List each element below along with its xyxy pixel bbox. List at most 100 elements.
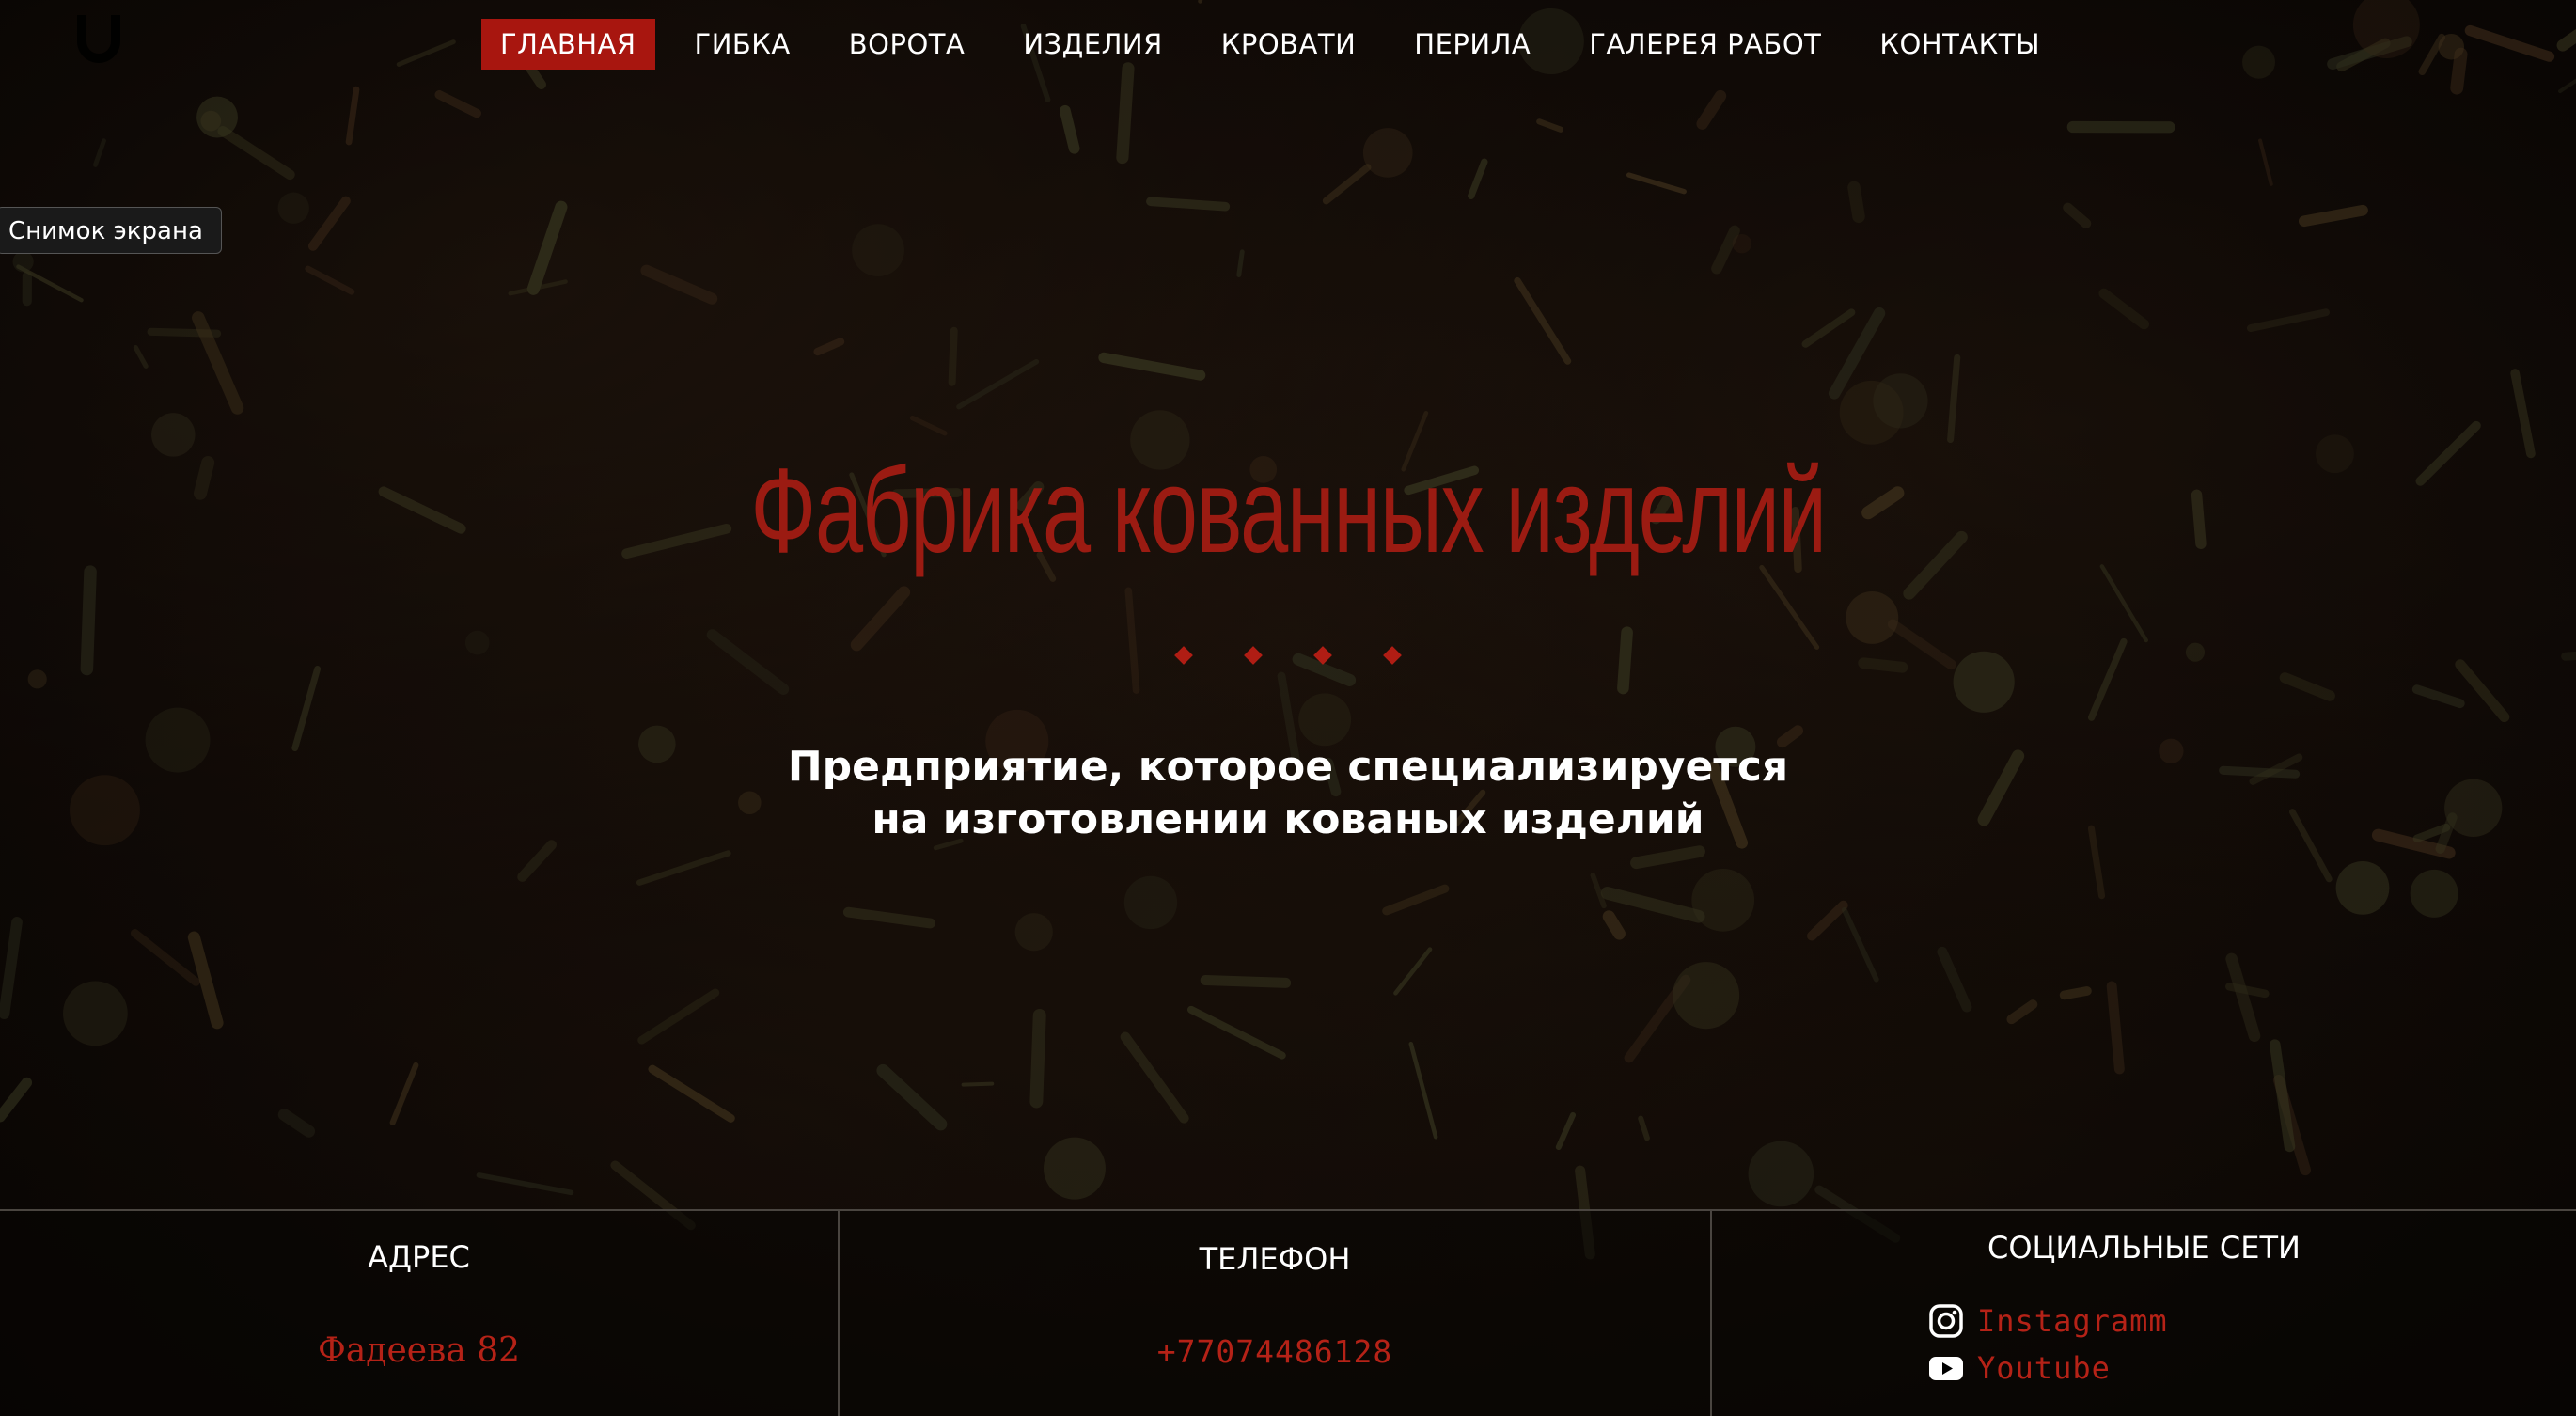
spark-streak	[0, 1077, 33, 1123]
spark-streak	[305, 265, 355, 295]
spark-streak	[2063, 202, 2092, 228]
address-value: Фадеева 82	[317, 1331, 521, 1370]
spark-streak	[2246, 308, 2330, 333]
social-heading: СОЦИАЛЬНЫЕ СЕТИ	[1987, 1230, 2301, 1266]
spark-blob	[1846, 590, 1899, 644]
spark-blob	[1732, 234, 1752, 254]
spark-streak	[1060, 104, 1080, 154]
spark-streak	[640, 264, 718, 305]
spark-streak	[1536, 118, 1563, 133]
spark-streak	[1600, 886, 1705, 923]
spark-streak	[434, 89, 481, 118]
spark-streak	[1120, 1031, 1189, 1124]
spark-streak	[1937, 946, 1972, 1013]
hero-subtitle-line-2: на изготовлении кованых изделий	[872, 795, 1704, 843]
spark-blob	[2242, 45, 2276, 79]
spark-blob	[1362, 128, 1413, 178]
spark-streak	[850, 586, 911, 652]
spark-streak	[345, 86, 360, 146]
phone-heading: ТЕЛЕФОН	[1199, 1241, 1351, 1277]
spark-streak	[1630, 845, 1705, 870]
spark-streak	[1146, 197, 1231, 212]
nav-item-gates[interactable]: ВОРОТА	[830, 19, 984, 70]
spark-blob	[1691, 868, 1755, 932]
spark-blob	[1123, 875, 1178, 930]
instagram-icon	[1929, 1304, 1963, 1338]
spark-streak	[93, 138, 106, 167]
spark-blob	[1748, 1141, 1814, 1207]
spark-streak	[1847, 181, 1865, 224]
spark-streak	[2411, 684, 2465, 709]
youtube-link[interactable]: Youtube	[1928, 1345, 2168, 1392]
spark-streak	[1638, 1115, 1650, 1141]
main-nav: ГЛАВНАЯ ГИБКА ВОРОТА ИЗДЕЛИЯ КРОВАТИ ПЕР…	[481, 19, 2080, 70]
spark-streak	[1468, 158, 1488, 199]
spark-streak	[526, 200, 568, 295]
nav-item-home[interactable]: ГЛАВНАЯ	[481, 19, 655, 70]
spark-streak	[1711, 225, 1740, 275]
nav-item-railings[interactable]: ПЕРИЛА	[1395, 19, 1549, 70]
spark-blob	[1298, 693, 1352, 747]
spark-streak	[2006, 999, 2038, 1025]
spark-streak	[476, 1172, 574, 1196]
hero-subtitle: Предприятие, которое специализируется на…	[0, 741, 2576, 846]
spark-streak	[961, 1081, 995, 1087]
address-heading: АДРЕС	[368, 1239, 470, 1275]
page: ГЛАВНАЯ ГИБКА ВОРОТА ИЗДЕЛИЯ КРОВАТИ ПЕР…	[0, 0, 2576, 1416]
instagram-label: Instagramm	[1977, 1303, 2168, 1339]
spark-blob	[2410, 869, 2458, 918]
spark-streak	[909, 415, 948, 436]
spark-streak	[2464, 24, 2555, 62]
spark-streak	[1626, 172, 1687, 195]
youtube-icon	[1929, 1357, 1963, 1380]
spark-streak	[130, 929, 200, 986]
hero-title: Фабрика кованных изделий	[750, 444, 1827, 578]
spark-streak	[1393, 947, 1433, 996]
spark-streak	[2258, 138, 2273, 186]
spark-streak	[217, 125, 295, 181]
nav-item-bending[interactable]: ГИБКА	[676, 19, 809, 70]
footer-social: СОЦИАЛЬНЫЕ СЕТИ Instagramm Youtube	[1712, 1211, 2576, 1416]
social-list: Instagramm Youtube	[1928, 1298, 2168, 1392]
spark-streak	[396, 39, 456, 67]
spark-streak	[1408, 1041, 1438, 1140]
spark-streak	[2225, 952, 2261, 1043]
footer-address: АДРЕС Фадеева 82	[0, 1211, 840, 1416]
horseshoe-logo-icon[interactable]	[66, 9, 132, 75]
instagram-link[interactable]: Instagramm	[1928, 1298, 2168, 1345]
spark-streak	[1116, 62, 1135, 165]
spark-streak	[648, 1064, 735, 1123]
spark-streak	[133, 345, 149, 369]
phone-link[interactable]: +77074486128	[840, 1333, 1710, 1370]
nav-item-gallery[interactable]: ГАЛЕРЕЯ РАБОТ	[1570, 19, 1840, 70]
spark-streak	[307, 196, 351, 251]
spark-streak	[1098, 352, 1206, 381]
spark-streak	[2298, 204, 2368, 228]
diamond-icon	[1244, 646, 1263, 665]
spark-streak	[842, 906, 935, 929]
spark-streak	[2415, 420, 2481, 486]
spark-blob	[852, 224, 904, 277]
nav-item-products[interactable]: ИЗДЕЛИЯ	[1004, 19, 1181, 70]
spark-blob	[2335, 860, 2390, 915]
spark-blob	[1673, 962, 1740, 1030]
footer-phone: ТЕЛЕФОН +77074486128	[840, 1211, 1712, 1416]
spark-streak	[193, 455, 215, 500]
spark-blob	[196, 96, 238, 138]
spark-streak	[1322, 164, 1372, 205]
hero-subtitle-line-1: Предприятие, которое специализируется	[787, 743, 1789, 791]
screenshot-tooltip: Снимок экрана	[0, 207, 222, 254]
spark-streak	[291, 666, 322, 752]
nav-item-contacts[interactable]: КОНТАКТЫ	[1861, 19, 2059, 70]
spark-streak	[1124, 587, 1140, 694]
youtube-label: Youtube	[1977, 1350, 2111, 1386]
nav-item-beds[interactable]: КРОВАТИ	[1202, 19, 1375, 70]
spark-streak	[1841, 906, 1879, 983]
spark-streak	[637, 988, 720, 1045]
spark-streak	[1696, 89, 1727, 130]
spark-streak	[2450, 47, 2468, 95]
spark-streak	[1200, 975, 1292, 988]
spark-streak	[706, 629, 790, 695]
spark-streak	[876, 1063, 948, 1131]
spark-streak	[2059, 986, 2092, 1000]
